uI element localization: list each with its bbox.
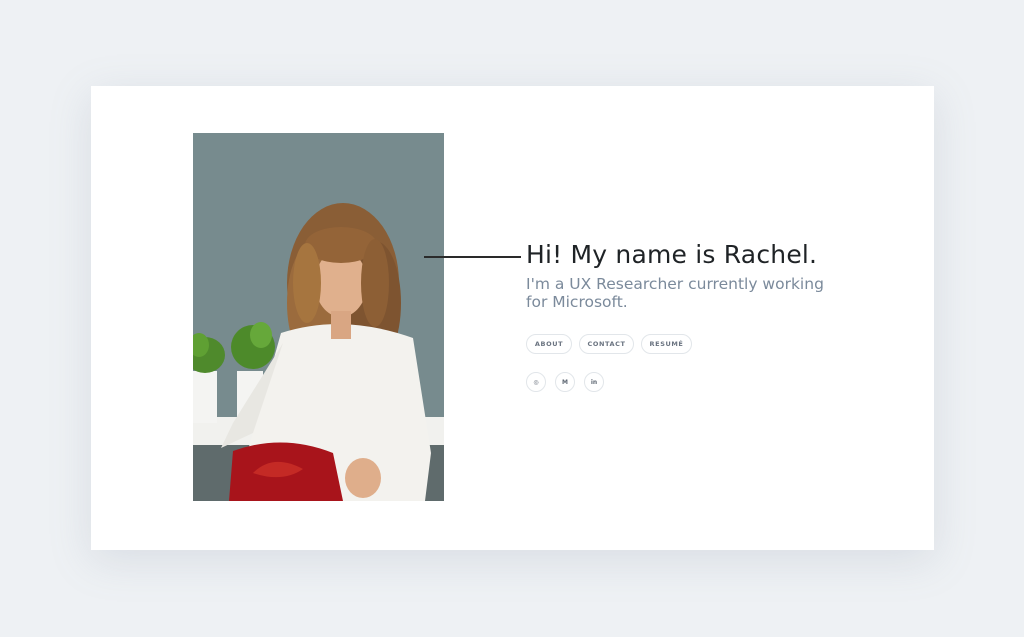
profile-photo-illustration — [193, 133, 444, 501]
dribbble-icon[interactable]: ◎ — [526, 372, 546, 392]
resume-button[interactable]: RESUMÉ — [641, 334, 692, 354]
about-button[interactable]: ABOUT — [526, 334, 572, 354]
contact-button[interactable]: CONTACT — [579, 334, 634, 354]
social-links: ◎ M in — [526, 372, 604, 392]
nav-pills: ABOUT CONTACT RESUMÉ — [526, 334, 692, 354]
profile-photo — [193, 133, 444, 501]
medium-icon[interactable]: M — [555, 372, 575, 392]
headline-connector-line — [424, 256, 521, 258]
linkedin-icon[interactable]: in — [584, 372, 604, 392]
portfolio-card: Hi! My name is Rachel. I'm a UX Research… — [91, 86, 934, 550]
page-subtitle: I'm a UX Researcher currently working fo… — [526, 275, 824, 311]
page-title: Hi! My name is Rachel. — [526, 240, 818, 269]
